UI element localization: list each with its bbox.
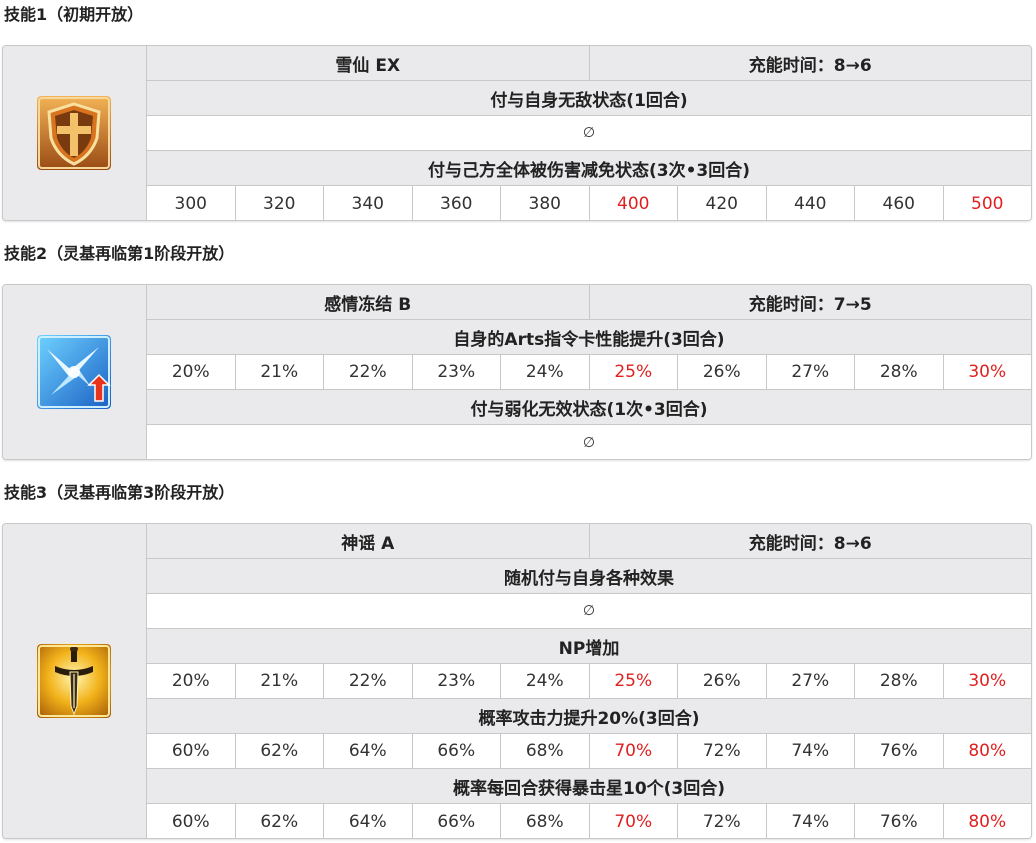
- arts-up-icon: [37, 335, 111, 409]
- skill-2-panel: 感情冻结 B 充能时间：7→5 自身的Arts指令卡性能提升(3回合) 20% 2…: [2, 284, 1032, 460]
- level-4-value: 66%: [412, 804, 501, 838]
- effect-values-row: 20% 21% 22% 23% 24% 25% 26% 27% 28% 30%: [147, 355, 1031, 390]
- level-5-value: 24%: [501, 664, 590, 698]
- effect-title: 概率每回合获得暴击星10个(3回合): [147, 769, 1031, 803]
- level-1-value: 60%: [147, 734, 236, 768]
- level-10-value: 80%: [943, 734, 1031, 768]
- level-9-value: 28%: [855, 664, 944, 698]
- level-6-value: 70%: [589, 804, 678, 838]
- level-5-value: 68%: [501, 804, 590, 838]
- level-5-value: 68%: [501, 734, 590, 768]
- skill-cooldown: 充能时间：8→6: [589, 46, 1031, 80]
- skill-name: 雪仙 EX: [147, 46, 590, 80]
- sword-icon: [37, 644, 111, 718]
- level-4-value: 23%: [412, 664, 501, 698]
- level-6-value: 400: [589, 186, 678, 220]
- level-9-value: 76%: [855, 734, 944, 768]
- level-2-value: 62%: [235, 804, 324, 838]
- level-4-value: 66%: [412, 734, 501, 768]
- level-9-value: 76%: [855, 804, 944, 838]
- skill-1-panel: 雪仙 EX 充能时间：8→6 付与自身无敌状态(1回合) ∅ 付与己方全体被伤害…: [2, 45, 1032, 221]
- skill-2-heading: 技能2（灵基再临第1阶段开放）: [4, 244, 235, 263]
- skill-1-table: 雪仙 EX 充能时间：8→6 付与自身无敌状态(1回合) ∅ 付与己方全体被伤害…: [147, 46, 1031, 220]
- level-6-value: 70%: [589, 734, 678, 768]
- level-7-value: 72%: [678, 804, 767, 838]
- level-8-value: 27%: [766, 355, 855, 389]
- level-3-value: 22%: [324, 355, 413, 389]
- level-7-value: 420: [678, 186, 767, 220]
- effect-null-value: ∅: [147, 425, 1031, 459]
- level-10-value: 80%: [943, 804, 1031, 838]
- effect-null-value: ∅: [147, 116, 1031, 150]
- level-8-value: 74%: [766, 734, 855, 768]
- level-5-value: 24%: [501, 355, 590, 389]
- level-6-value: 25%: [589, 355, 678, 389]
- skill-3-header-row: 神谣 A 充能时间：8→6: [147, 524, 1031, 559]
- effect-title: 付与己方全体被伤害减免状态(3次•3回合): [147, 151, 1031, 185]
- skill-name: 神谣 A: [147, 524, 590, 558]
- effect-values-row: 60% 62% 64% 66% 68% 70% 72% 74% 76% 80%: [147, 734, 1031, 769]
- level-8-value: 440: [766, 186, 855, 220]
- effect-values-row: 20% 21% 22% 23% 24% 25% 26% 27% 28% 30%: [147, 664, 1031, 699]
- effect-title: 自身的Arts指令卡性能提升(3回合): [147, 320, 1031, 354]
- skill-3-panel: 神谣 A 充能时间：8→6 随机付与自身各种效果 ∅ NP增加 20% 21% 22…: [2, 523, 1032, 839]
- level-3-value: 340: [324, 186, 413, 220]
- effect-title: 概率攻击力提升20%(3回合): [147, 699, 1031, 733]
- shield-icon: [37, 96, 111, 170]
- skill-name: 感情冻结 B: [147, 285, 590, 319]
- level-8-value: 74%: [766, 804, 855, 838]
- effect-title: 付与弱化无效状态(1次•3回合): [147, 390, 1031, 424]
- level-7-value: 72%: [678, 734, 767, 768]
- effect-title: NP增加: [147, 629, 1031, 663]
- level-3-value: 64%: [324, 804, 413, 838]
- level-2-value: 21%: [235, 355, 324, 389]
- skill-3-table: 神谣 A 充能时间：8→6 随机付与自身各种效果 ∅ NP增加 20% 21% 22…: [147, 524, 1031, 838]
- level-2-value: 62%: [235, 734, 324, 768]
- level-9-value: 28%: [855, 355, 944, 389]
- skill-3-icon-column: [3, 524, 147, 838]
- skill-2-icon-column: [3, 285, 147, 459]
- level-10-value: 30%: [943, 664, 1031, 698]
- level-10-value: 30%: [943, 355, 1031, 389]
- level-9-value: 460: [855, 186, 944, 220]
- skill-2-table: 感情冻结 B 充能时间：7→5 自身的Arts指令卡性能提升(3回合) 20% 2…: [147, 285, 1031, 459]
- effect-title: 付与自身无敌状态(1回合): [147, 81, 1031, 115]
- level-4-value: 360: [412, 186, 501, 220]
- level-7-value: 26%: [678, 355, 767, 389]
- skill-1-heading: 技能1（初期开放）: [4, 5, 144, 24]
- level-8-value: 27%: [766, 664, 855, 698]
- level-6-value: 25%: [589, 664, 678, 698]
- level-4-value: 23%: [412, 355, 501, 389]
- effect-values-row: 60% 62% 64% 66% 68% 70% 72% 74% 76% 80%: [147, 804, 1031, 838]
- skill-1-icon-column: [3, 46, 147, 220]
- level-2-value: 21%: [235, 664, 324, 698]
- level-7-value: 26%: [678, 664, 767, 698]
- level-5-value: 380: [501, 186, 590, 220]
- level-1-value: 300: [147, 186, 236, 220]
- effect-title: 随机付与自身各种效果: [147, 559, 1031, 593]
- effect-values-row: 300 320 340 360 380 400 420 440 460 500: [147, 186, 1031, 220]
- level-3-value: 22%: [324, 664, 413, 698]
- level-10-value: 500: [943, 186, 1031, 220]
- skill-3-heading: 技能3（灵基再临第3阶段开放）: [4, 483, 235, 502]
- skill-cooldown: 充能时间：8→6: [589, 524, 1031, 558]
- level-3-value: 64%: [324, 734, 413, 768]
- level-1-value: 20%: [147, 664, 236, 698]
- skill-cooldown: 充能时间：7→5: [589, 285, 1031, 319]
- effect-null-value: ∅: [147, 594, 1031, 628]
- level-2-value: 320: [235, 186, 324, 220]
- level-1-value: 60%: [147, 804, 236, 838]
- level-1-value: 20%: [147, 355, 236, 389]
- skill-1-header-row: 雪仙 EX 充能时间：8→6: [147, 46, 1031, 81]
- skill-2-header-row: 感情冻结 B 充能时间：7→5: [147, 285, 1031, 320]
